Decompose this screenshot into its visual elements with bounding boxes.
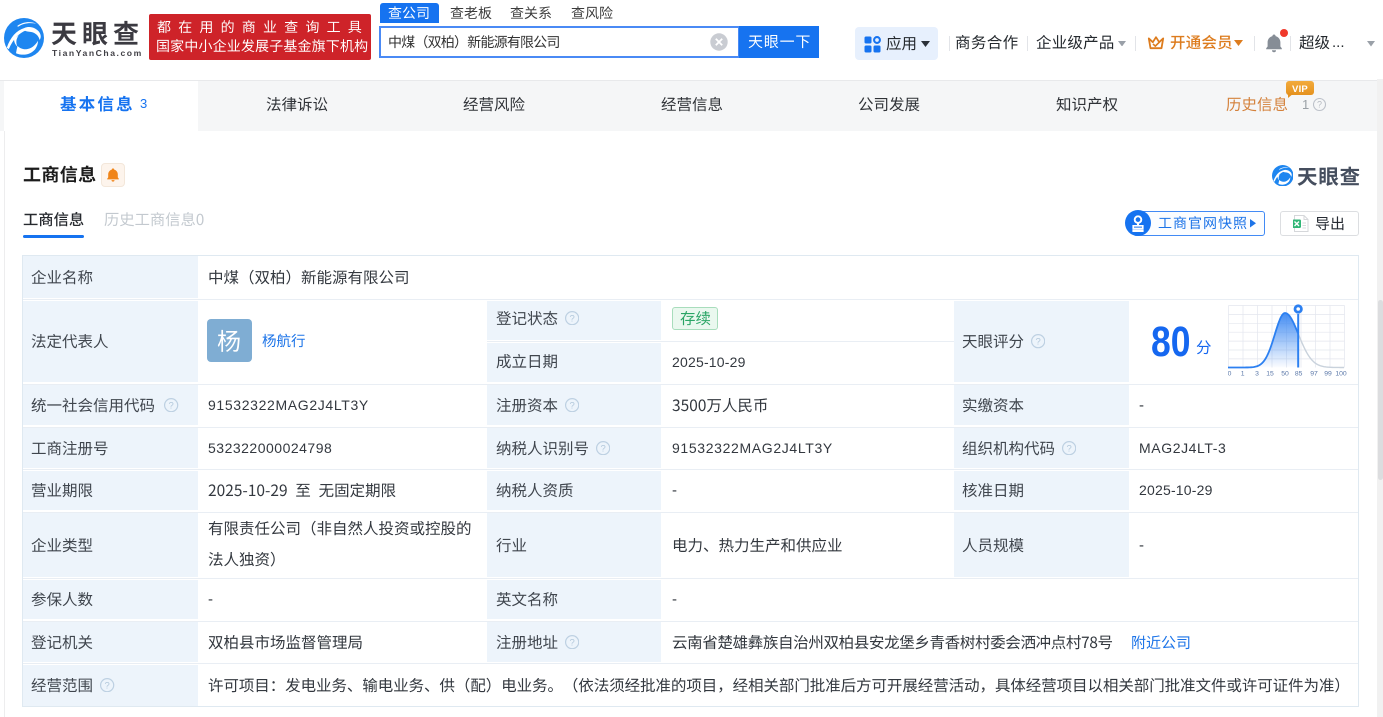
- svg-text:?: ?: [169, 400, 174, 411]
- svg-text:1: 1: [1302, 97, 1309, 112]
- svg-text:-: -: [1139, 537, 1144, 554]
- svg-text:3: 3: [1255, 371, 1259, 378]
- svg-text:91532322MAG2J4LT3Y: 91532322MAG2J4LT3Y: [208, 397, 369, 413]
- svg-text:15: 15: [1266, 371, 1274, 378]
- svg-text:100: 100: [1335, 371, 1347, 378]
- svg-text:...: ...: [1332, 34, 1345, 51]
- svg-text:?: ?: [569, 637, 574, 648]
- svg-text:?: ?: [1066, 443, 1071, 454]
- svg-text:-: -: [672, 482, 677, 499]
- svg-text:85: 85: [1295, 371, 1303, 378]
- svg-text:532322000024798: 532322000024798: [208, 440, 332, 456]
- svg-text:80: 80: [1151, 318, 1191, 366]
- svg-text:?: ?: [1316, 99, 1321, 109]
- svg-text:91532322MAG2J4LT3Y: 91532322MAG2J4LT3Y: [672, 440, 833, 456]
- svg-text:97: 97: [1310, 371, 1318, 378]
- svg-text:MAG2J4LT-3: MAG2J4LT-3: [1139, 440, 1226, 456]
- svg-text:-: -: [208, 591, 213, 608]
- svg-text:?: ?: [569, 314, 574, 325]
- svg-text:?: ?: [569, 400, 574, 411]
- svg-text:-: -: [1139, 397, 1144, 414]
- svg-text:TianYanCha.com: TianYanCha.com: [52, 48, 143, 58]
- svg-text:50: 50: [1281, 371, 1289, 378]
- svg-text:2025-10-29: 2025-10-29: [672, 354, 746, 370]
- svg-text:99: 99: [1324, 371, 1332, 378]
- svg-text:VIP: VIP: [1292, 84, 1308, 95]
- svg-text:-: -: [672, 591, 677, 608]
- svg-text:?: ?: [105, 680, 110, 691]
- svg-text:?: ?: [1035, 337, 1040, 348]
- svg-text:0: 0: [1228, 371, 1232, 378]
- svg-text:2025-10-29: 2025-10-29: [1139, 482, 1213, 498]
- svg-text:?: ?: [600, 443, 605, 454]
- svg-text:1: 1: [1241, 371, 1245, 378]
- svg-text:3: 3: [140, 96, 147, 111]
